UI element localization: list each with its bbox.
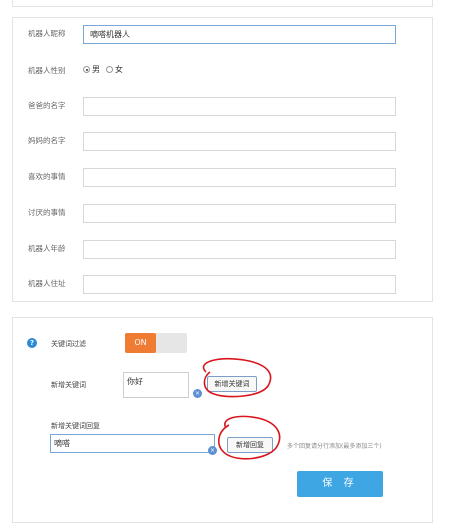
nickname-label: 机器人昵称: [28, 29, 66, 38]
address-input[interactable]: [83, 275, 396, 294]
reply-clear-icon[interactable]: ×: [208, 446, 217, 455]
gender-row: 机器人性别 男 女: [13, 62, 432, 82]
likes-row: 喜欢的事情: [13, 168, 432, 188]
mother-name-input[interactable]: [83, 132, 396, 151]
keyword-clear-icon[interactable]: ×: [193, 389, 202, 398]
dislikes-label: 讨厌的事情: [28, 208, 66, 217]
dislikes-input[interactable]: [83, 204, 396, 223]
likes-input[interactable]: [83, 168, 396, 187]
nickname-input[interactable]: 嘀嗒机器人: [83, 25, 396, 44]
age-input[interactable]: [83, 240, 396, 259]
address-row: 机器人住址: [13, 275, 432, 295]
father-name-label: 爸爸的名字: [28, 101, 66, 110]
add-reply-button[interactable]: 新增回复: [227, 437, 273, 453]
address-label: 机器人住址: [28, 279, 66, 288]
keyword-input[interactable]: 你好: [123, 372, 189, 398]
mother-name-label: 妈妈的名字: [28, 136, 66, 145]
gender-male-radio[interactable]: [83, 66, 90, 73]
toggle-on-label: ON: [125, 333, 156, 353]
keyword-filter-toggle[interactable]: ON: [125, 333, 187, 353]
age-row: 机器人年龄: [13, 240, 432, 260]
top-panel-edge: [12, 0, 433, 7]
save-button[interactable]: 保 存: [297, 471, 383, 497]
gender-male-label[interactable]: 男: [92, 64, 100, 75]
keyword-filter-label: 关键词过滤: [51, 340, 86, 348]
mother-name-row: 妈妈的名字: [13, 132, 432, 152]
reply-input[interactable]: 嘀嗒: [50, 434, 215, 453]
father-name-input[interactable]: [83, 97, 396, 116]
reply-hint: 多个回复请分行添加(最多添加三个): [287, 443, 382, 450]
likes-label: 喜欢的事情: [28, 172, 66, 181]
gender-label: 机器人性别: [28, 66, 66, 75]
father-name-row: 爸爸的名字: [13, 97, 432, 117]
gender-radio-group: 男 女: [83, 64, 129, 75]
reply-label: 新增关键词回复: [51, 422, 100, 430]
age-label: 机器人年龄: [28, 244, 66, 253]
nickname-row: 机器人昵称 嘀嗒机器人: [13, 25, 432, 45]
keyword-settings-panel: ? 关键词过滤 ON 新增关键词 你好 × 新增关键词 新增关键词回复 嘀嗒 ×…: [12, 317, 433, 523]
robot-profile-panel: 机器人昵称 嘀嗒机器人 机器人性别 男 女 爸爸的名字 妈妈的名字 喜欢的事情 …: [12, 17, 433, 302]
gender-female-radio[interactable]: [106, 66, 113, 73]
add-keyword-button[interactable]: 新增关键词: [207, 376, 257, 392]
dislikes-row: 讨厌的事情: [13, 204, 432, 224]
gender-female-label[interactable]: 女: [115, 64, 123, 75]
help-icon[interactable]: ?: [27, 338, 37, 348]
new-keyword-label: 新增关键词: [51, 381, 86, 389]
